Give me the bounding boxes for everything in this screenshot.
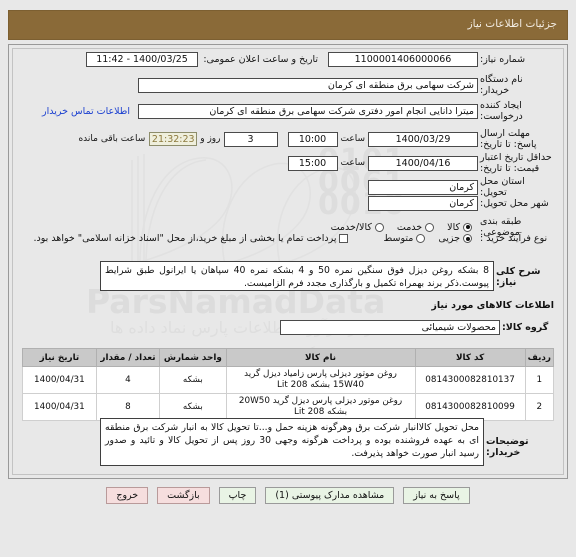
province-value: کرمان [368, 180, 478, 195]
reply-deadline-date: 1400/03/29 [368, 132, 478, 147]
buyer-contact-link[interactable]: اطلاعات تماس خریدار [42, 106, 130, 117]
cell-qty: 4 [96, 367, 159, 394]
cell-unit: بشکه [160, 394, 226, 421]
radio-motavaset-icon[interactable] [416, 234, 425, 243]
buyer-org-value: شرکت سهامی برق منطقه ای کرمان [138, 78, 478, 93]
process-option-jozi[interactable]: جزیی [438, 233, 472, 244]
creator-value: میترا دانایی انجام امور دفتری شرکت سهامی… [138, 104, 478, 119]
buyer-org-label: نام دستگاه خریدار: [480, 74, 554, 96]
remaining-days-value: 3 [224, 132, 278, 147]
back-button[interactable]: بازگشت [157, 487, 209, 504]
buyer-notes-value: محل تحویل کالاانبار شرکت برق وهرگونه هزی… [100, 418, 484, 466]
cell-name: روغن موتور دیزلی پارس دیزل گرید 20W50 بش… [226, 394, 415, 421]
need-number-row: شماره نیاز: 1100001406000066 تاریخ و ساع… [86, 52, 554, 67]
radio-both-icon[interactable] [375, 223, 384, 232]
page-root: 010100610010 ParsNamadData مرکز فرآوری ا… [0, 0, 576, 557]
radio-jozi-icon[interactable] [463, 234, 472, 243]
process-option-motavaset[interactable]: متوسط [383, 233, 425, 244]
cell-qty: 8 [96, 394, 159, 421]
price-validity-time: 15:00 [288, 156, 338, 171]
goods-group-value: محصولات شیمیائی [280, 320, 500, 335]
col-unit: واحد شمارش [160, 349, 226, 367]
cell-row: 2 [525, 394, 553, 421]
col-name: نام کالا [226, 349, 415, 367]
creator-row: ایجاد کننده درخواست: میترا دانایی انجام … [42, 100, 554, 122]
exit-button[interactable]: خروج [106, 487, 148, 504]
need-number-value: 1100001406000066 [328, 52, 478, 67]
city-label: شهر محل تحویل: [480, 198, 554, 209]
table-row: 2 0814300082810099 روغن موتور دیزلی پارس… [23, 394, 554, 421]
price-validity-label: حداقل تاریخ اعتبار قیمت: تا تاریخ: [480, 152, 554, 174]
buyer-notes-label: توضیحات خریدار: [486, 418, 554, 458]
cell-name: روغن موتور دیزلی پارس زامیاد دیزل گرید 1… [226, 367, 415, 394]
classification-option-khedmat-label: خدمت [397, 222, 422, 233]
classification-option-both[interactable]: کالا/خدمت [331, 222, 384, 233]
goods-group-row: گروه کالا: محصولات شیمیائی [280, 320, 554, 335]
cell-row: 1 [525, 367, 553, 394]
treasury-bond-label: پرداخت تمام یا بخشی از مبلغ خرید،از محل … [34, 233, 337, 244]
classification-option-kala-label: کالا [447, 222, 460, 233]
treasury-bond-checkbox-wrap[interactable]: پرداخت تمام یا بخشی از مبلغ خرید،از محل … [34, 233, 349, 244]
process-row: نوع فرآیند خرید : جزیی متوسط پرداخت تمام… [21, 233, 555, 244]
radio-khedmat-icon[interactable] [425, 223, 434, 232]
process-option-jozi-label: جزیی [438, 233, 460, 244]
reply-deadline-time: 10:00 [288, 132, 338, 147]
col-row: ردیف [525, 349, 553, 367]
cell-date: 1400/04/31 [23, 394, 97, 421]
hour-label-1: ساعت [338, 134, 369, 144]
buyer-notes-row: توضیحات خریدار: محل تحویل کالاانبار شرکت… [100, 418, 554, 466]
cell-code: 0814300082810137 [415, 367, 525, 394]
goods-section-heading: اطلاعات کالاهای مورد نیاز [431, 300, 554, 311]
col-qty: تعداد / مقدار [96, 349, 159, 367]
province-row: استان محل تحویل: کرمان [368, 176, 554, 198]
goods-group-label: گروه کالا: [502, 322, 554, 333]
cell-date: 1400/04/31 [23, 367, 97, 394]
need-number-label: شماره نیاز: [480, 54, 554, 65]
col-code: کد کالا [415, 349, 525, 367]
cell-code: 0814300082810099 [415, 394, 525, 421]
summary-value: 8 بشکه روغن دیزل فوق سنگین نمره 50 و 4 ب… [100, 261, 494, 291]
price-validity-row: حداقل تاریخ اعتبار قیمت: تا تاریخ: 1400/… [288, 152, 555, 174]
treasury-bond-checkbox[interactable] [339, 234, 348, 243]
countdown-suffix-label: ساعت باقی مانده [75, 134, 149, 144]
cell-unit: بشکه [160, 367, 226, 394]
window-titlebar: جزئیات اطلاعات نیاز [8, 10, 568, 40]
summary-row: شرح کلی نیاز: 8 بشکه روغن دیزل فوق سنگین… [100, 261, 554, 291]
goods-table: ردیف کد کالا نام کالا واحد شمارش تعداد /… [22, 348, 554, 421]
city-value: کرمان [368, 196, 478, 211]
classification-option-khedmat[interactable]: خدمت [397, 222, 434, 233]
city-row: شهر محل تحویل: کرمان [368, 196, 554, 211]
table-row: 1 0814300082810137 روغن موتور دیزلی پارس… [23, 367, 554, 394]
buyer-org-row: نام دستگاه خریدار: شرکت سهامی برق منطقه … [138, 74, 554, 96]
reply-deadline-row: مهلت ارسال پاسخ: تا تاریخ: 1400/03/29 سا… [75, 128, 554, 150]
radio-kala-icon[interactable] [463, 223, 472, 232]
price-validity-date: 1400/04/16 [368, 156, 478, 171]
hour-label-2: ساعت [338, 158, 369, 168]
reply-to-need-button[interactable]: پاسخ به نیاز [403, 487, 469, 504]
action-button-row: خروج بازگشت چاپ مشاهده مدارک پیوستی (1) … [0, 487, 576, 504]
reply-deadline-label: مهلت ارسال پاسخ: تا تاریخ: [480, 128, 554, 150]
print-button[interactable]: چاپ [219, 487, 257, 504]
countdown-timer: 21:32:23 [149, 132, 197, 146]
days-unit-label: روز و [197, 134, 223, 144]
page-title: جزئیات اطلاعات نیاز [468, 18, 557, 30]
process-option-motavaset-label: متوسط [383, 233, 413, 244]
public-announce-value: 1400/03/25 - 11:42 [86, 52, 198, 67]
classification-option-both-label: کالا/خدمت [331, 222, 372, 233]
summary-label: شرح کلی نیاز: [496, 261, 554, 288]
process-label: نوع فرآیند خرید : [480, 233, 554, 244]
public-announce-label: تاریخ و ساعت اعلان عمومی: [198, 54, 328, 65]
classification-option-kala[interactable]: کالا [447, 222, 472, 233]
creator-label: ایجاد کننده درخواست: [480, 100, 554, 122]
province-label: استان محل تحویل: [480, 176, 554, 198]
view-attachments-button[interactable]: مشاهده مدارک پیوستی (1) [265, 487, 394, 504]
goods-table-header-row: ردیف کد کالا نام کالا واحد شمارش تعداد /… [23, 349, 554, 367]
col-date: تاریخ نیاز [23, 349, 97, 367]
